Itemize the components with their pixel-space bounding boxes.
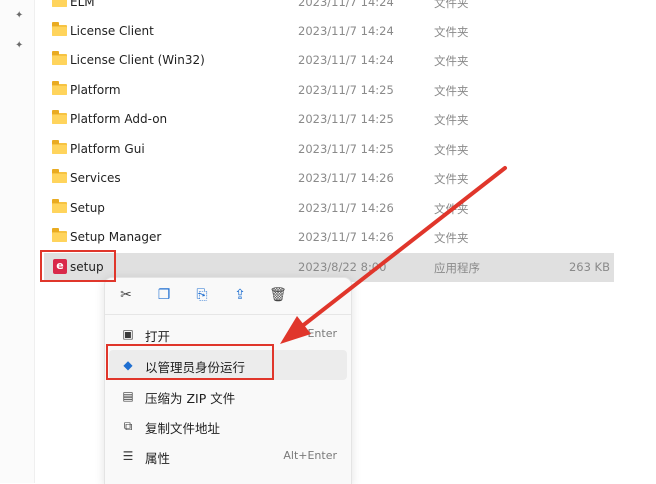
file-name: License Client [70, 24, 154, 38]
menu-item-shortcut: Enter [307, 327, 337, 340]
rename-icon[interactable]: ⎘ [193, 286, 211, 304]
file-name: Setup [70, 201, 105, 215]
copy-icon[interactable]: ❐ [155, 286, 173, 304]
file-date: 2023/11/7 14:26 [298, 171, 394, 185]
file-type: 文件夹 [434, 113, 469, 127]
menu-item-properties[interactable]: ☰ 属性 Alt+Enter [109, 441, 347, 471]
file-date: 2023/11/7 14:24 [298, 0, 394, 9]
file-name: Platform Gui [70, 142, 145, 156]
list-item[interactable]: Setup 2023/11/7 14:26 文件夹 [44, 194, 614, 223]
list-item[interactable]: ELM 2023/11/7 14:24 文件夹 [44, 0, 614, 17]
folder-icon [52, 81, 67, 95]
file-type: 文件夹 [434, 0, 469, 10]
path-icon: ⧉ [123, 419, 133, 433]
file-type: 文件夹 [434, 143, 469, 157]
list-item[interactable]: License Client (Win32) 2023/11/7 14:24 文… [44, 46, 614, 75]
file-type: 文件夹 [434, 25, 469, 39]
menu-divider [105, 314, 351, 315]
folder-icon [52, 199, 67, 213]
folder-icon [52, 51, 67, 65]
file-name: License Client (Win32) [70, 53, 205, 67]
file-date: 2023/11/7 14:24 [298, 53, 394, 67]
pin-icon[interactable]: ✦ [15, 41, 25, 51]
menu-item-label: 复制文件地址 [145, 421, 221, 436]
delete-icon[interactable]: 🗑 [269, 286, 287, 304]
list-item[interactable]: License Client 2023/11/7 14:24 文件夹 [44, 17, 614, 46]
file-type: 文件夹 [434, 231, 469, 245]
list-item[interactable]: Setup Manager 2023/11/7 14:26 文件夹 [44, 223, 614, 252]
properties-icon: ☰ [122, 449, 134, 463]
share-icon[interactable]: ⇪ [231, 286, 249, 304]
menu-item-label: 打开 [145, 329, 171, 344]
highlight-box-run-as-admin [106, 344, 274, 380]
menu-item-compress-zip[interactable]: ▤ 压缩为 ZIP 文件 [109, 381, 347, 411]
file-name: Platform [70, 83, 121, 97]
file-name: ELM [70, 0, 95, 9]
folder-icon [52, 22, 67, 36]
cut-icon[interactable]: ✂ [117, 286, 135, 304]
folder-icon [52, 228, 67, 242]
file-name: Platform Add-on [70, 112, 168, 126]
file-name: Services [70, 171, 121, 185]
menu-item-shortcut: Alt+Enter [283, 449, 337, 462]
folder-icon [52, 0, 67, 7]
list-item[interactable]: Platform Gui 2023/11/7 14:25 文件夹 [44, 135, 614, 164]
folder-icon [52, 110, 67, 124]
menu-item-label: 压缩为 ZIP 文件 [145, 391, 236, 406]
file-date: 2023/11/7 14:25 [298, 112, 394, 126]
file-name: Setup Manager [70, 230, 162, 244]
file-type: 文件夹 [434, 172, 469, 186]
file-date: 2023/11/7 14:26 [298, 230, 394, 244]
file-date: 2023/8/22 8:00 [298, 260, 387, 274]
file-date: 2023/11/7 14:24 [298, 24, 394, 38]
list-item[interactable]: Platform 2023/11/7 14:25 文件夹 [44, 76, 614, 105]
context-menu: ✂ ❐ ⎘ ⇪ 🗑 ▣ 打开 Enter ◆ 以管理员身份运行 ▤ 压缩为 ZI… [104, 277, 352, 484]
file-date: 2023/11/7 14:25 [298, 83, 394, 97]
folder-icon [52, 169, 67, 183]
quick-action-bar: ✂ ❐ ⎘ ⇪ 🗑 [105, 278, 351, 314]
file-date: 2023/11/7 14:25 [298, 142, 394, 156]
list-item[interactable]: Platform Add-on 2023/11/7 14:25 文件夹 [44, 105, 614, 134]
file-size: 263 KB [568, 260, 610, 274]
zip-icon: ▤ [122, 389, 134, 403]
highlight-box-setup [40, 250, 116, 282]
file-type: 应用程序 [434, 261, 480, 275]
file-date: 2023/11/7 14:26 [298, 201, 394, 215]
file-type: 文件夹 [434, 84, 469, 98]
menu-item-label: 属性 [145, 451, 171, 466]
list-item[interactable]: Services 2023/11/7 14:26 文件夹 [44, 164, 614, 193]
open-icon: ▣ [122, 327, 134, 341]
navigation-pane: ✦ ✦ [0, 0, 35, 483]
file-type: 文件夹 [434, 202, 469, 216]
pin-icon[interactable]: ✦ [15, 11, 25, 21]
file-type: 文件夹 [434, 54, 469, 68]
folder-icon [52, 140, 67, 154]
menu-item-copy-path[interactable]: ⧉ 复制文件地址 [109, 411, 347, 441]
